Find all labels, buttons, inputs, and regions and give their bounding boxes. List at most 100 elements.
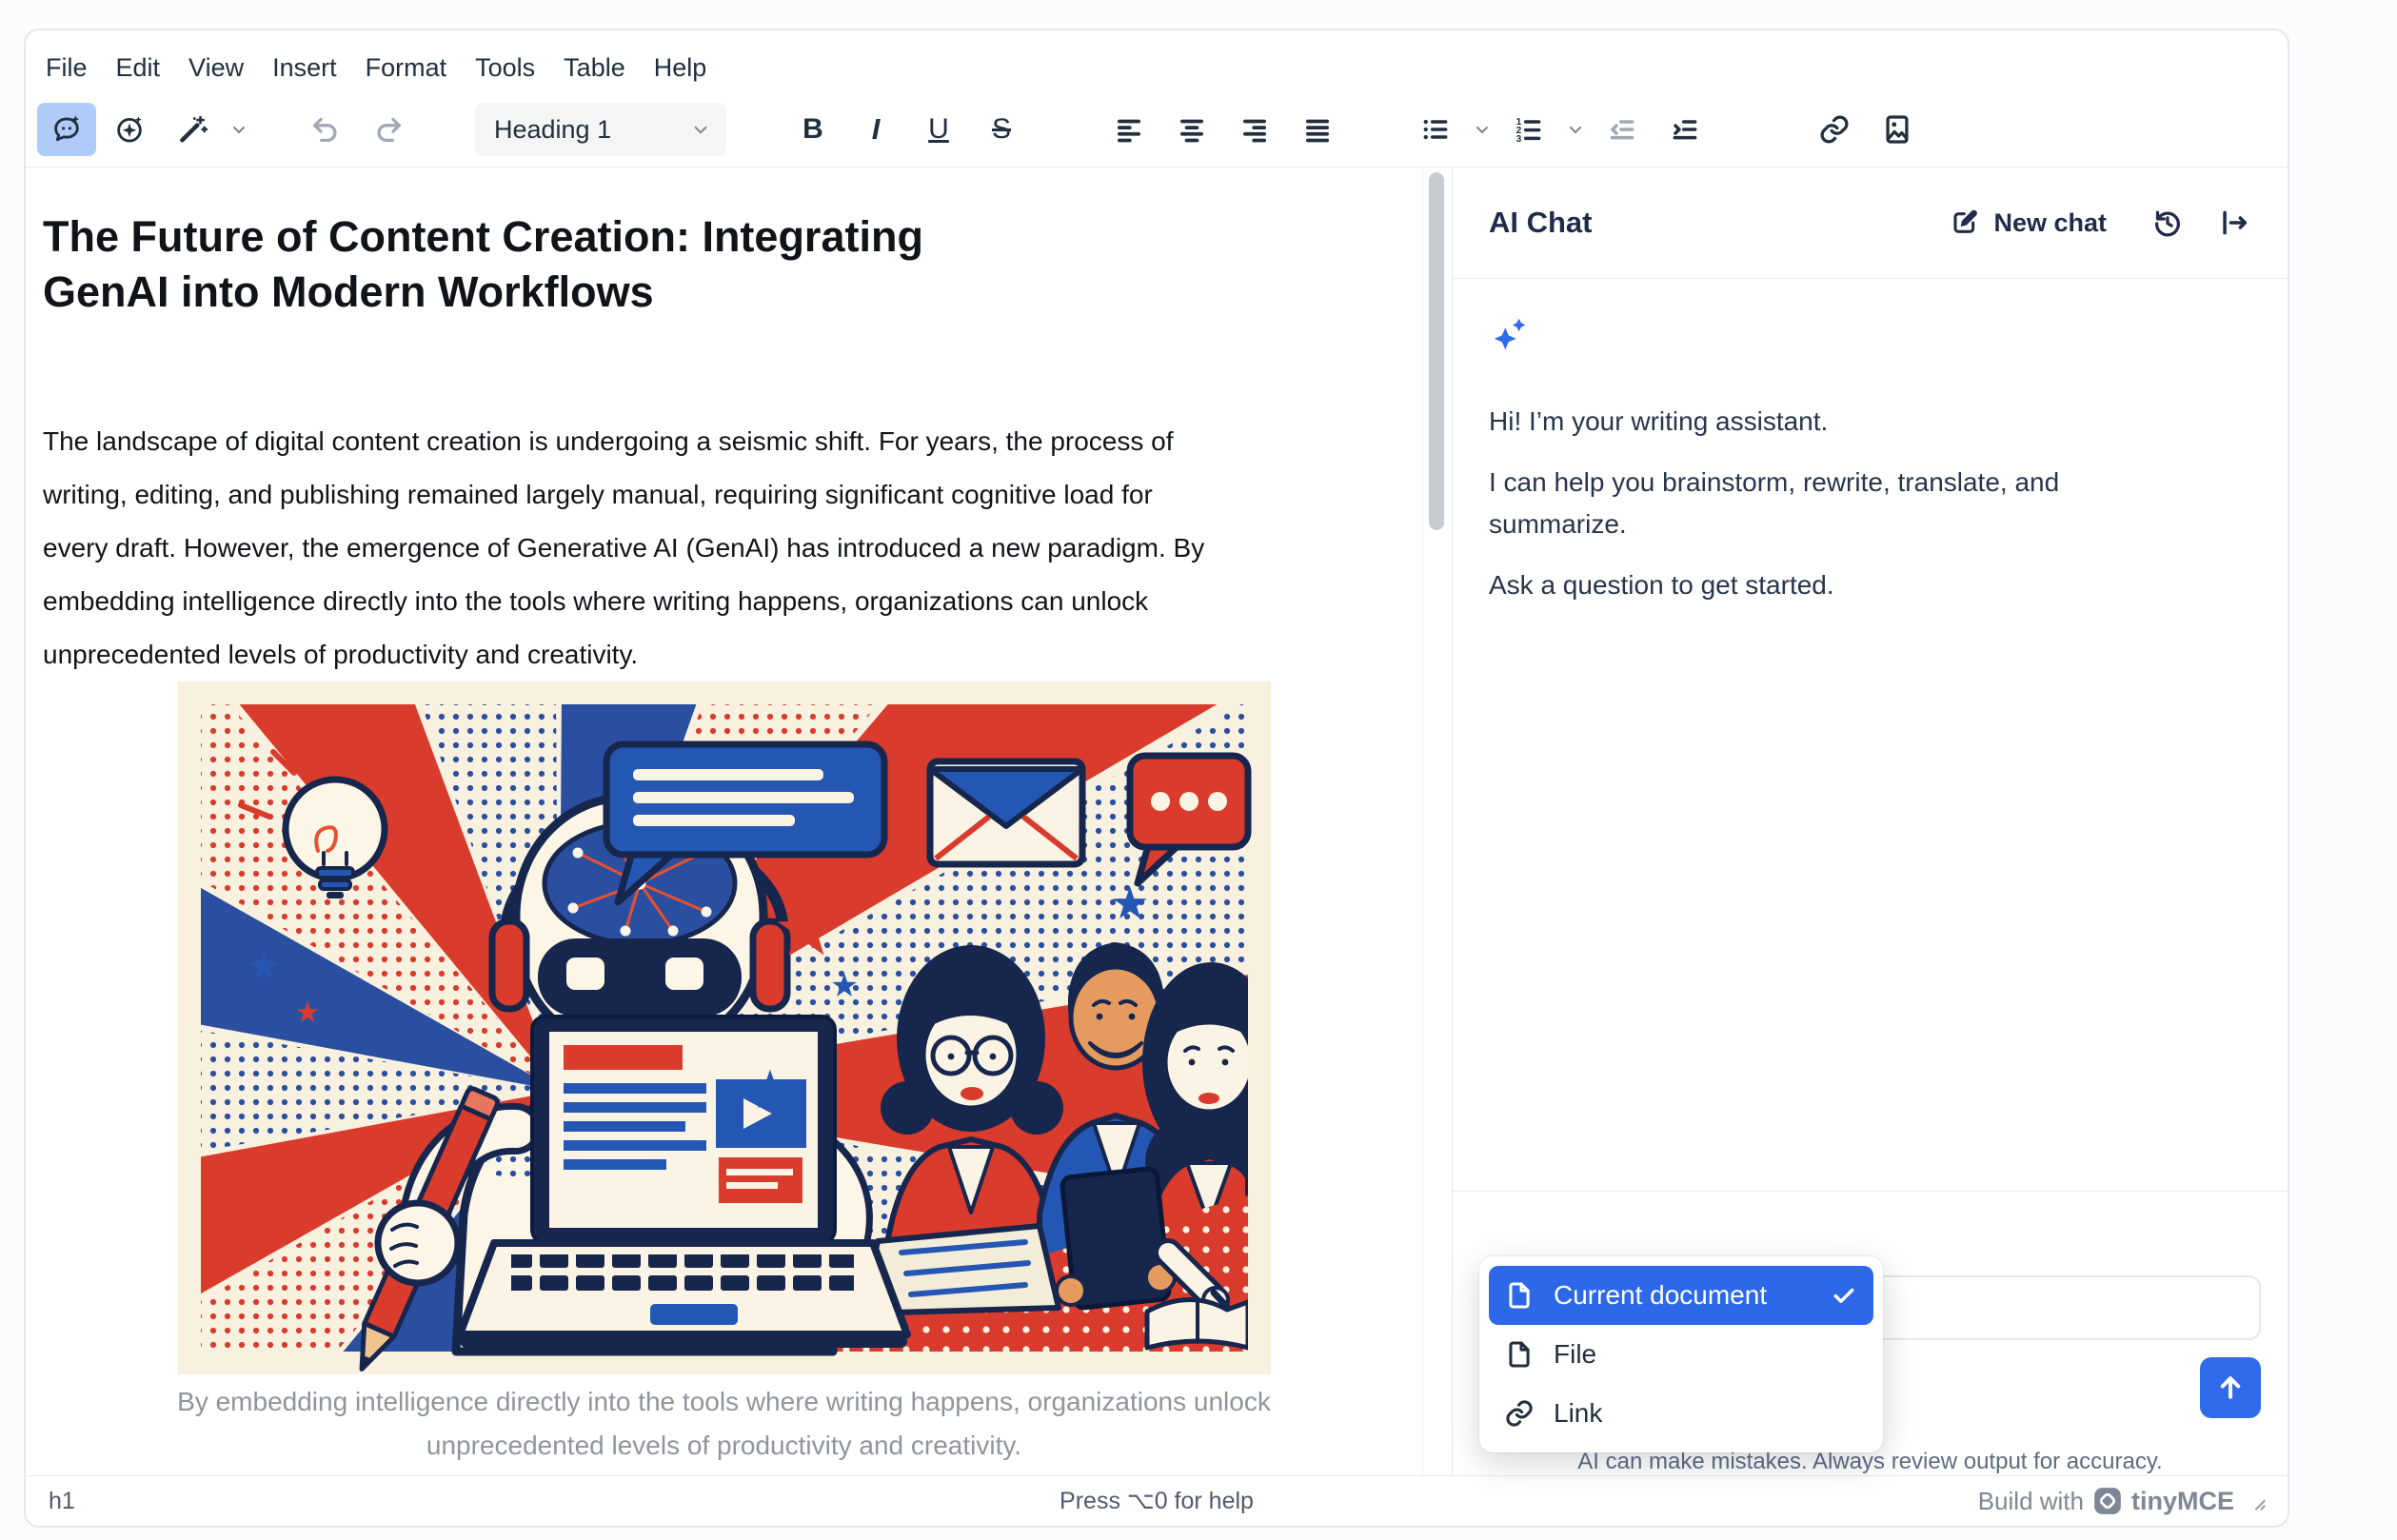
menu-table[interactable]: Table bbox=[549, 46, 640, 90]
resize-handle-icon[interactable] bbox=[2244, 1489, 2268, 1513]
insert-link-button[interactable] bbox=[1805, 103, 1864, 156]
menu-help[interactable]: Help bbox=[640, 46, 722, 90]
align-center-icon bbox=[1177, 114, 1207, 145]
assistant-message: I can help you brainstorm, rewrite, tran… bbox=[1489, 462, 2251, 545]
magic-wand-icon bbox=[176, 113, 208, 146]
underline-button[interactable]: U bbox=[909, 103, 968, 156]
underline-icon: U bbox=[928, 113, 949, 146]
redo-button[interactable] bbox=[359, 103, 418, 156]
document-paragraph: The landscape of digital content creatio… bbox=[43, 415, 1405, 681]
toolbar: Heading 1 B I U S bbox=[26, 92, 2288, 167]
close-sidebar-button[interactable] bbox=[2213, 202, 2255, 244]
desktop: File Edit View Insert Format Tools Table… bbox=[0, 0, 2397, 1540]
tinymce-editor-window: File Edit View Insert Format Tools Table… bbox=[24, 29, 2289, 1528]
svg-text:3: 3 bbox=[1516, 134, 1522, 145]
bold-icon: B bbox=[802, 113, 823, 146]
ai-chat-title: AI Chat bbox=[1489, 206, 1950, 240]
numbered-list-icon: 1 2 3 bbox=[1514, 114, 1544, 145]
menu-file[interactable]: File bbox=[31, 46, 102, 90]
ai-shortcuts-button[interactable] bbox=[100, 103, 159, 156]
editor-canvas[interactable]: The Future of Content Creation: Integrat… bbox=[26, 168, 1422, 1475]
close-sidebar-icon bbox=[2218, 207, 2250, 239]
branding-name: tinyMCE bbox=[2131, 1487, 2234, 1516]
align-right-icon bbox=[1239, 114, 1270, 145]
assistant-message: Ask a question to get started. bbox=[1489, 564, 2251, 606]
menu-tools[interactable]: Tools bbox=[461, 46, 549, 90]
check-icon bbox=[1830, 1281, 1858, 1310]
align-center-button[interactable] bbox=[1162, 103, 1221, 156]
menu-item-current-document[interactable]: Current document bbox=[1489, 1266, 1873, 1325]
insert-image-button[interactable] bbox=[1868, 103, 1927, 156]
ai-chat-bubble-sparkle-icon bbox=[50, 113, 83, 146]
align-left-button[interactable] bbox=[1099, 103, 1159, 156]
italic-button[interactable]: I bbox=[846, 103, 905, 156]
statusbar: h1 Press ⌥0 for help Build with tinyMCE bbox=[26, 1475, 2288, 1526]
menu-item-label: Current document bbox=[1554, 1280, 1767, 1311]
undo-button[interactable] bbox=[296, 103, 355, 156]
ai-rewrite-button[interactable] bbox=[163, 103, 222, 156]
outdent-icon bbox=[1607, 114, 1637, 145]
undo-icon bbox=[309, 113, 342, 146]
figure-caption: By embedding intelligence directly into … bbox=[43, 1380, 1405, 1468]
editor-scrollbar[interactable] bbox=[1422, 168, 1452, 1475]
document-figure[interactable]: By embedding intelligence directly into … bbox=[43, 681, 1405, 1468]
link-icon bbox=[1504, 1398, 1535, 1429]
editor-main: The Future of Content Creation: Integrat… bbox=[26, 168, 2288, 1475]
document-icon bbox=[1504, 1280, 1535, 1311]
strikethrough-button[interactable]: S bbox=[972, 103, 1031, 156]
menu-format[interactable]: Format bbox=[351, 46, 462, 90]
menu-insert[interactable]: Insert bbox=[258, 46, 351, 90]
arrow-up-icon bbox=[2213, 1371, 2248, 1405]
new-chat-button[interactable]: New chat bbox=[1950, 207, 2107, 238]
document-title: The Future of Content Creation: Integrat… bbox=[43, 209, 1405, 320]
italic-icon: I bbox=[872, 112, 881, 147]
indent-button[interactable] bbox=[1655, 103, 1714, 156]
history-icon bbox=[2151, 207, 2184, 239]
menubar: File Edit View Insert Format Tools Table… bbox=[26, 30, 2288, 92]
document-illustration bbox=[178, 681, 1271, 1374]
tinymce-logo-icon bbox=[2093, 1487, 2122, 1515]
menu-view[interactable]: View bbox=[174, 46, 258, 90]
file-icon bbox=[1504, 1339, 1535, 1370]
branding-link[interactable]: Build with tinyMCE bbox=[1978, 1487, 2268, 1516]
bullet-list-dropdown-chevron[interactable] bbox=[1469, 103, 1496, 156]
ai-rewrite-dropdown-chevron[interactable] bbox=[226, 103, 252, 156]
redo-icon bbox=[372, 113, 405, 146]
context-dropdown-menu: Current document File bbox=[1479, 1256, 1883, 1452]
align-right-button[interactable] bbox=[1225, 103, 1284, 156]
element-path[interactable]: h1 bbox=[49, 1488, 75, 1515]
ai-circle-sparkle-icon bbox=[113, 113, 146, 146]
compose-icon bbox=[1950, 207, 1980, 238]
editor-header: File Edit View Insert Format Tools Table… bbox=[26, 30, 2288, 168]
sparkle-icon bbox=[1489, 313, 2251, 357]
align-justify-icon bbox=[1302, 114, 1333, 145]
help-shortcut-text: Press ⌥0 for help bbox=[1060, 1487, 1254, 1515]
link-icon bbox=[1818, 113, 1851, 146]
format-select[interactable]: Heading 1 bbox=[475, 103, 726, 156]
ai-chat-header: AI Chat New chat bbox=[1453, 168, 2288, 279]
bullet-list-icon bbox=[1420, 114, 1451, 145]
numbered-list-dropdown-chevron[interactable] bbox=[1562, 103, 1589, 156]
new-chat-label: New chat bbox=[1993, 208, 2107, 238]
menu-item-label: Link bbox=[1554, 1398, 1602, 1429]
ai-disclaimer: AI can make mistakes. Always review outp… bbox=[1479, 1449, 2261, 1475]
menu-item-link[interactable]: Link bbox=[1489, 1384, 1873, 1443]
branding-prefix: Build with bbox=[1978, 1487, 2084, 1516]
ai-chat-messages: Hi! I’m your writing assistant. I can he… bbox=[1453, 279, 2288, 1191]
menu-item-label: File bbox=[1554, 1339, 1596, 1370]
outdent-button[interactable] bbox=[1593, 103, 1652, 156]
menu-item-file[interactable]: File bbox=[1489, 1325, 1873, 1384]
ai-chat-button[interactable] bbox=[37, 103, 96, 156]
indent-icon bbox=[1670, 114, 1700, 145]
numbered-list-button[interactable]: 1 2 3 bbox=[1499, 103, 1558, 156]
menu-edit[interactable]: Edit bbox=[102, 46, 175, 90]
bullet-list-button[interactable] bbox=[1406, 103, 1465, 156]
chat-history-button[interactable] bbox=[2147, 202, 2189, 244]
chevron-down-icon bbox=[690, 119, 711, 140]
align-justify-button[interactable] bbox=[1288, 103, 1347, 156]
scrollbar-thumb[interactable] bbox=[1429, 172, 1444, 530]
bold-button[interactable]: B bbox=[783, 103, 842, 156]
align-left-icon bbox=[1114, 114, 1144, 145]
format-select-value: Heading 1 bbox=[494, 115, 611, 145]
send-button[interactable] bbox=[2200, 1357, 2261, 1418]
